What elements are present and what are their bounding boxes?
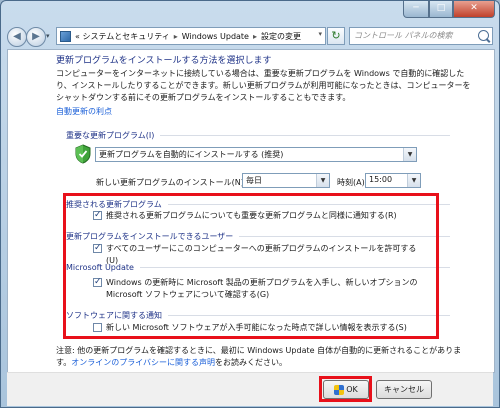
important-updates-group-label: 重要な更新プログラム(I) [66,130,450,141]
search-input[interactable]: コントロール パネルの検索 [349,27,493,45]
forward-button[interactable]: ▶ [26,27,46,47]
title-bar: ─ □ ✕ [1,1,499,27]
breadcrumb-separator[interactable]: ▸ [174,32,178,41]
search-placeholder: コントロール パネルの検索 [354,31,453,40]
install-day-select[interactable]: 毎日 ▼ [242,173,330,188]
highlight-box-optional-settings [63,193,439,339]
install-schedule-label: 新しい更新プログラムのインストール(N): [96,178,247,187]
note-text: 注意: 他の更新プログラムを確認するときに、最初に Windows Update… [56,346,462,367]
cancel-button[interactable]: キャンセル [376,380,432,399]
refresh-button[interactable]: ↻ [327,27,345,45]
address-dropdown-icon[interactable]: ▾ [318,30,322,38]
close-button[interactable]: ✕ [453,1,495,18]
chevron-down-icon: ▼ [316,174,329,187]
breadcrumb-separator[interactable]: ▸ [253,32,257,41]
recent-pages-dropdown[interactable]: ▾ [46,32,50,40]
control-panel-icon [60,30,71,42]
chevron-down-icon: ▼ [403,148,416,161]
highlight-box-ok-button [319,376,372,402]
maximize-button[interactable]: □ [429,1,453,18]
window-controls: ─ □ ✕ [403,1,495,18]
breadcrumb-prefix[interactable]: « [75,32,80,41]
install-mode-select[interactable]: 更新プログラムを自動的にインストールする (推奨) ▼ [95,147,417,162]
breadcrumb-change-settings[interactable]: 設定の変更 [261,31,301,42]
privacy-statement-link[interactable]: オンラインのプライバシーに関する声明 [71,358,215,367]
shield-check-icon [75,144,91,164]
address-bar[interactable]: « システムとセキュリティ ▸ Windows Update ▸ 設定の変更 ▾ [56,27,326,45]
install-time-label: 時刻(A) [337,178,365,187]
breadcrumb-windows-update[interactable]: Windows Update [182,32,249,41]
install-time-select[interactable]: 15:00 ▼ [365,173,421,188]
intro-text: コンピューターをインターネットに接続している場合は、重要な更新プログラムを Wi… [56,69,471,102]
chevron-down-icon: ▼ [407,174,420,187]
page-title: 更新プログラムをインストールする方法を選択します [56,56,272,66]
auto-update-benefits-link[interactable]: 自動更新の利点 [56,106,112,117]
back-button[interactable]: ◀ [7,27,27,47]
search-icon[interactable] [478,30,489,41]
breadcrumb-system-security[interactable]: システムとセキュリティ [82,31,169,42]
minimize-button[interactable]: ─ [403,1,429,18]
